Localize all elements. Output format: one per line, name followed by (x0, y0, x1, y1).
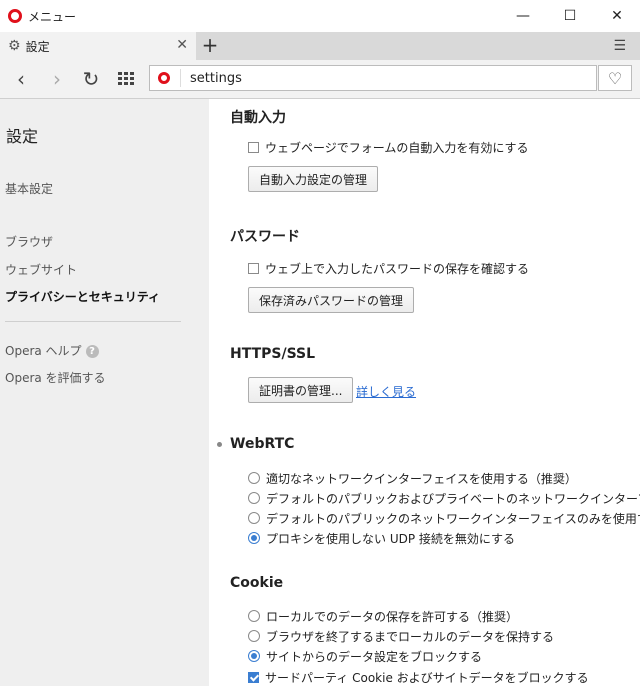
sidebar-item-rate-opera[interactable]: Opera を評価する (5, 369, 106, 386)
learn-more-link[interactable]: 詳しく見る (356, 383, 416, 400)
address-separator (180, 69, 181, 87)
cookie-option[interactable]: サイトからのデータ設定をブロックする (248, 648, 482, 664)
back-button[interactable]: ‹ (8, 66, 34, 92)
manage-autofill-button[interactable]: 自動入力設定の管理 (248, 166, 379, 192)
toolbar: ‹ › ↻ settings ♡ (0, 60, 640, 99)
section-title-webrtc: WebRTC (230, 436, 295, 452)
section-bullet (217, 442, 222, 447)
reload-button[interactable]: ↻ (78, 66, 104, 92)
cookie-option-label: ブラウザを終了するまでローカルのデータを保持する (266, 629, 555, 644)
sidebar-item-help[interactable]: Opera ヘルプ? (5, 342, 99, 359)
tab-title: 設定 (25, 39, 50, 54)
manage-passwords-button[interactable]: 保存済みパスワードの管理 (248, 287, 415, 313)
password-checkbox[interactable] (248, 262, 259, 274)
gear-icon: ⚙ (8, 38, 21, 54)
third-party-cookie-label: サードパーティ Cookie およびサイトデータをブロックする (265, 670, 589, 685)
opera-logo-icon (158, 72, 170, 84)
webrtc-option[interactable]: プロキシを使用しない UDP 接続を無効にする (248, 530, 515, 546)
section-title-https: HTTPS/SSL (230, 346, 316, 362)
help-label: Opera ヘルプ (5, 344, 82, 358)
webrtc-radio-selected[interactable] (248, 532, 260, 544)
opera-logo-icon (8, 9, 22, 23)
webrtc-option-label: 適切なネットワークインターフェイスを使用する（推奨） (266, 471, 577, 486)
maximize-button[interactable]: ☐ (547, 0, 593, 32)
webrtc-radio[interactable] (248, 512, 260, 524)
sidebar-divider (5, 321, 181, 322)
third-party-cookie-checkbox[interactable] (248, 671, 259, 683)
section-title-autofill: 自動入力 (230, 110, 286, 126)
autofill-checkbox[interactable] (248, 141, 259, 153)
cookie-radio[interactable] (248, 630, 260, 642)
forward-button[interactable]: › (44, 66, 70, 92)
third-party-cookie-row[interactable]: サードパーティ Cookie およびサイトデータをブロックする (248, 669, 589, 685)
webrtc-option[interactable]: 適切なネットワークインターフェイスを使用する（推奨） (248, 470, 577, 486)
webrtc-radio[interactable] (248, 472, 260, 484)
sidebar-item-browser[interactable]: ブラウザ (5, 233, 53, 250)
menu-label: メニュー (28, 9, 77, 24)
sidebar-item-basic[interactable]: 基本設定 (5, 180, 53, 197)
address-bar[interactable]: settings (149, 65, 597, 91)
cookie-option[interactable]: ローカルでのデータの保存を許可する（推奨） (248, 608, 518, 624)
webrtc-radio[interactable] (248, 492, 260, 504)
sidebar-item-websites[interactable]: ウェブサイト (5, 261, 77, 278)
bookmark-heart-button[interactable]: ♡ (598, 65, 632, 91)
settings-sidebar: 設定 基本設定 ブラウザ ウェブサイト プライバシーとセキュリティ Opera … (0, 99, 209, 686)
autofill-checkbox-row[interactable]: ウェブページでフォームの自動入力を有効にする (248, 139, 529, 155)
manage-certificates-button[interactable]: 証明書の管理... (248, 377, 354, 403)
webrtc-option-label: デフォルトのパブリックおよびプライベートのネットワークインターフェイスのみを使用… (266, 491, 640, 506)
minimize-button[interactable]: — (500, 0, 546, 32)
sidebar-item-privacy-security[interactable]: プライバシーとセキュリティ (5, 288, 160, 305)
sidebar-title: 設定 (6, 127, 39, 146)
webrtc-option[interactable]: デフォルトのパブリックのネットワークインターフェイスのみを使用する (248, 510, 640, 526)
password-checkbox-row[interactable]: ウェブ上で入力したパスワードの保存を確認する (248, 260, 529, 276)
password-checkbox-label: ウェブ上で入力したパスワードの保存を確認する (265, 261, 530, 276)
autofill-checkbox-label: ウェブページでフォームの自動入力を有効にする (265, 140, 529, 155)
cookie-radio[interactable] (248, 610, 260, 622)
section-title-cookie: Cookie (230, 575, 284, 591)
section-title-password: パスワード (230, 229, 300, 245)
settings-content: 自動入力 ウェブページでフォームの自動入力を有効にする 自動入力設定の管理 パス… (209, 99, 640, 686)
webrtc-option[interactable]: デフォルトのパブリックおよびプライベートのネットワークインターフェイスのみを使用… (248, 490, 640, 506)
tab-strip: ⚙ 設定 ✕ + ☰ (0, 32, 640, 60)
address-text[interactable]: settings (190, 71, 242, 86)
cookie-option[interactable]: ブラウザを終了するまでローカルのデータを保持する (248, 628, 554, 644)
cookie-radio-selected[interactable] (248, 650, 260, 662)
tab-menu-icon[interactable]: ☰ (613, 38, 626, 54)
close-window-button[interactable]: ✕ (594, 0, 640, 32)
title-bar: メニュー — ☐ ✕ (0, 0, 640, 33)
webrtc-option-label: プロキシを使用しない UDP 接続を無効にする (266, 531, 516, 546)
tab-settings[interactable]: ⚙ 設定 ✕ (0, 32, 196, 60)
close-tab-icon[interactable]: ✕ (176, 37, 188, 53)
cookie-option-label: ローカルでのデータの保存を許可する（推奨） (266, 609, 519, 624)
cookie-option-label: サイトからのデータ設定をブロックする (266, 649, 483, 664)
speed-dial-icon[interactable] (118, 72, 134, 86)
help-icon: ? (85, 345, 99, 358)
webrtc-option-label: デフォルトのパブリックのネットワークインターフェイスのみを使用する (266, 511, 640, 526)
opera-menu-button[interactable]: メニュー (8, 7, 76, 25)
new-tab-button[interactable]: + (200, 33, 220, 57)
